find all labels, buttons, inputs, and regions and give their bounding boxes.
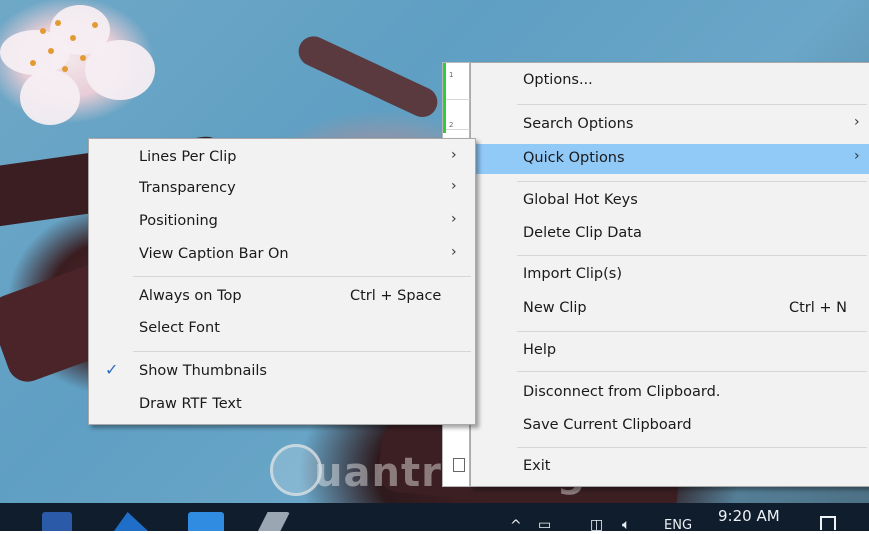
menu-item-global-hot-keys[interactable]: Global Hot Keys	[471, 186, 869, 216]
notification-icon[interactable]	[820, 516, 836, 530]
menu-item-label: Global Hot Keys	[523, 192, 638, 208]
main-context-menu: Options... Search Options › Quick Option…	[470, 62, 869, 487]
menu-item-label: Transparency	[139, 180, 236, 196]
menu-item-positioning[interactable]: Positioning ›	[89, 207, 475, 237]
menu-item-view-caption-bar-on[interactable]: View Caption Bar On ›	[89, 240, 475, 270]
clip-indicator	[443, 63, 446, 133]
menu-item-label: Exit	[523, 458, 551, 474]
menu-item-new-clip[interactable]: New Clip Ctrl + N	[471, 294, 869, 324]
menu-item-label: Disconnect from Clipboard.	[523, 384, 721, 400]
menu-item-disconnect-clipboard[interactable]: Disconnect from Clipboard.	[471, 378, 869, 408]
menu-item-help[interactable]: Help	[471, 336, 869, 366]
menu-item-search-options[interactable]: Search Options ›	[471, 110, 869, 140]
chevron-right-icon: ›	[854, 114, 860, 130]
menu-item-label: Show Thumbnails	[139, 363, 267, 379]
menu-item-label: Help	[523, 342, 557, 358]
chevron-right-icon: ›	[451, 147, 457, 163]
window-icon	[453, 458, 465, 472]
quick-options-submenu: Lines Per Clip › Transparency › Position…	[88, 138, 476, 425]
menu-item-label: Import Clip(s)	[523, 266, 622, 282]
row-number: 2	[449, 121, 454, 129]
menu-item-label: Save Current Clipboard	[523, 417, 692, 433]
menu-item-label: Lines Per Clip	[139, 149, 237, 165]
menu-item-save-current-clipboard[interactable]: Save Current Clipboard	[471, 411, 869, 441]
chevron-right-icon: ›	[451, 211, 457, 227]
app-icon[interactable]	[188, 512, 224, 531]
menu-item-shortcut: Ctrl + N	[789, 300, 848, 316]
chevron-right-icon: ›	[451, 178, 457, 194]
chevron-right-icon: ›	[854, 148, 860, 164]
clock-time[interactable]: 9:20 AM	[718, 507, 780, 525]
menu-item-options[interactable]: Options...	[471, 66, 869, 96]
menu-item-always-on-top[interactable]: Always on Top Ctrl + Space	[89, 282, 475, 312]
chevron-right-icon: ›	[451, 244, 457, 260]
menu-item-lines-per-clip[interactable]: Lines Per Clip ›	[89, 143, 475, 173]
menu-item-draw-rtf-text[interactable]: Draw RTF Text	[89, 390, 475, 420]
menu-item-label: Positioning	[139, 213, 218, 229]
menu-item-label: Delete Clip Data	[523, 225, 642, 241]
menu-item-delete-clip-data[interactable]: Delete Clip Data	[471, 219, 869, 249]
row-number: 1	[449, 71, 454, 79]
menu-item-label: Draw RTF Text	[139, 396, 242, 412]
menu-item-show-thumbnails[interactable]: ✓ Show Thumbnails	[89, 357, 475, 387]
menu-item-transparency[interactable]: Transparency ›	[89, 174, 475, 204]
menu-item-label: Always on Top	[139, 288, 242, 304]
checkmark-icon: ✓	[105, 360, 119, 379]
menu-item-label: Quick Options	[523, 150, 625, 166]
menu-item-shortcut: Ctrl + Space	[350, 288, 442, 304]
menu-item-select-font[interactable]: Select Font	[89, 314, 475, 344]
word-app-icon[interactable]	[42, 512, 72, 531]
menu-item-label: New Clip	[523, 300, 587, 316]
tray-chevron-icon[interactable]: ^	[510, 518, 522, 534]
menu-item-label: Search Options	[523, 116, 634, 132]
menu-item-import-clips[interactable]: Import Clip(s)	[471, 260, 869, 290]
menu-item-exit[interactable]: Exit	[471, 452, 869, 482]
menu-item-label: View Caption Bar On	[139, 246, 289, 262]
menu-item-label: Options...	[523, 72, 593, 88]
menu-item-quick-options[interactable]: Quick Options ›	[471, 144, 869, 174]
menu-item-label: Select Font	[139, 320, 220, 336]
